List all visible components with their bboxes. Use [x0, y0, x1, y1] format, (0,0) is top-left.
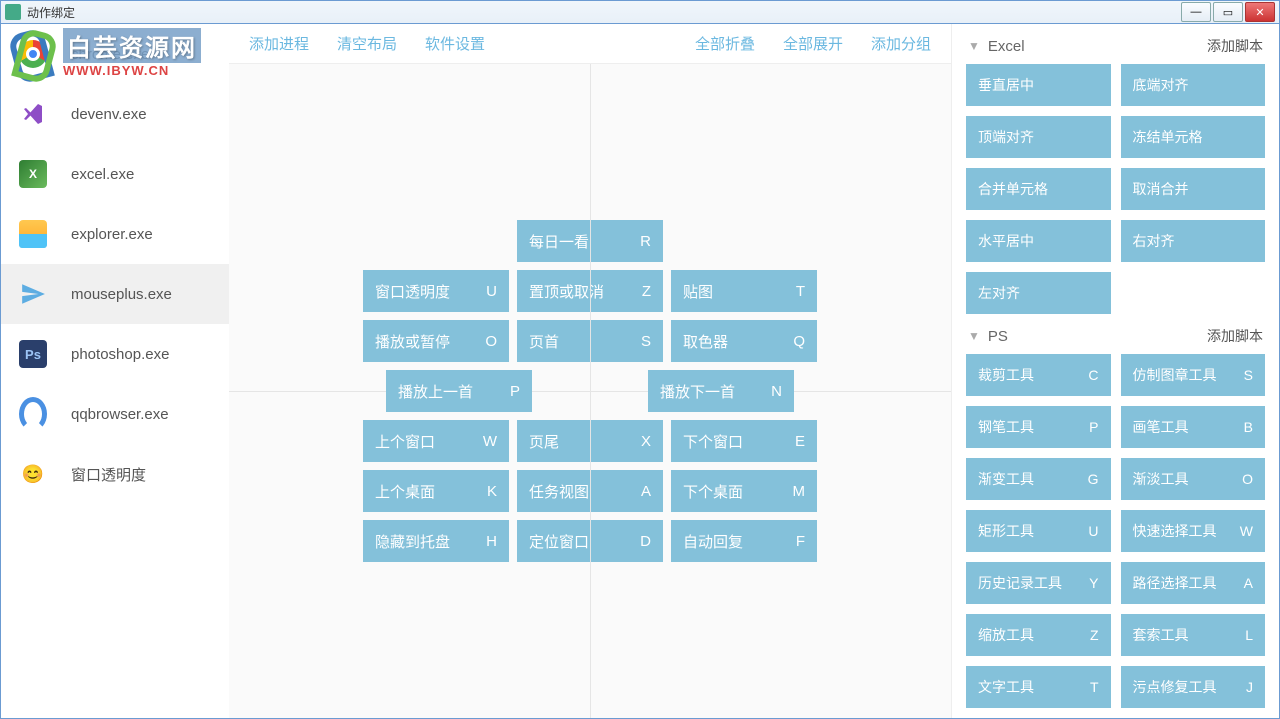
- script-btn-0-1[interactable]: 底端对齐: [1121, 64, 1266, 106]
- sidebar-item-label: photoshop.exe: [71, 346, 169, 363]
- qq-icon: [19, 400, 47, 428]
- chevron-down-icon: ▼: [968, 39, 980, 53]
- action-r1c1[interactable]: 置顶或取消Z: [517, 270, 663, 312]
- sidebar: chrome.exe devenv.exe Xexcel.exe explorer.e…: [1, 24, 229, 718]
- sidebar-item-qq[interactable]: qqbrowser.exe: [1, 384, 229, 444]
- sidebar-item-excel[interactable]: Xexcel.exe: [1, 144, 229, 204]
- trans-icon: [19, 460, 47, 488]
- vs-icon: [19, 100, 47, 128]
- script-btn-1-1[interactable]: 仿制图章工具S: [1121, 354, 1266, 396]
- script-btn-1-8[interactable]: 历史记录工具Y: [966, 562, 1111, 604]
- action-r2c1[interactable]: 页首S: [517, 320, 663, 362]
- action-r4c0[interactable]: 上个窗口W: [363, 420, 509, 462]
- script-btn-1-3[interactable]: 画笔工具B: [1121, 406, 1266, 448]
- sidebar-item-explorer[interactable]: explorer.exe: [1, 204, 229, 264]
- sidebar-item-label: qqbrowser.exe: [71, 406, 169, 423]
- group-header-1[interactable]: ▼ PS添加脚本: [952, 314, 1279, 354]
- ps-icon: Ps: [19, 340, 47, 368]
- script-btn-1-2[interactable]: 钢笔工具P: [966, 406, 1111, 448]
- script-btn-0-6[interactable]: 水平居中: [966, 220, 1111, 262]
- action-r6c2[interactable]: 自动回复F: [671, 520, 817, 562]
- action-r5c1[interactable]: 任务视图A: [517, 470, 663, 512]
- sidebar-item-mouseplus[interactable]: mouseplus.exe: [1, 264, 229, 324]
- script-btn-0-7[interactable]: 右对齐: [1121, 220, 1266, 262]
- script-btn-0-5[interactable]: 取消合并: [1121, 168, 1266, 210]
- script-btn-1-11[interactable]: 套索工具L: [1121, 614, 1266, 656]
- group-header-0[interactable]: ▼ Excel添加脚本: [952, 24, 1279, 64]
- window-title: 动作绑定: [27, 4, 1181, 21]
- minimize-button[interactable]: —: [1181, 2, 1211, 22]
- canvas[interactable]: 每日一看R窗口透明度U置顶或取消Z贴图T 播放或暂停O页首S取色器Q 播放上一首P 播…: [229, 64, 951, 718]
- action-r6c0[interactable]: 隐藏到托盘H: [363, 520, 509, 562]
- sidebar-item-label: 窗口透明度: [71, 464, 146, 485]
- chrome-icon: [19, 40, 47, 68]
- script-btn-1-7[interactable]: 快速选择工具W: [1121, 510, 1266, 552]
- sidebar-item-label: chrome.exe: [71, 46, 149, 63]
- sidebar-item-trans[interactable]: 窗口透明度: [1, 444, 229, 504]
- action-r6c1[interactable]: 定位窗口D: [517, 520, 663, 562]
- chevron-down-icon: ▼: [968, 329, 980, 343]
- right-panel: ▼Excel添加脚本垂直居中底端对齐顶端对齐冻结单元格合并单元格取消合并水平居中…: [951, 24, 1279, 718]
- add-script-link[interactable]: 添加脚本: [1207, 36, 1263, 56]
- group-title: PS: [988, 328, 1207, 345]
- close-button[interactable]: ✕: [1245, 2, 1275, 22]
- clear-layout-link[interactable]: 清空布局: [337, 33, 397, 54]
- action-r2c0[interactable]: 播放或暂停O: [363, 320, 509, 362]
- action-r5c2[interactable]: 下个桌面M: [671, 470, 817, 512]
- sidebar-item-label: mouseplus.exe: [71, 286, 172, 303]
- action-r3a[interactable]: 播放上一首P: [386, 370, 532, 412]
- sidebar-item-label: excel.exe: [71, 166, 134, 183]
- action-r4c2[interactable]: 下个窗口E: [671, 420, 817, 462]
- collapse-all-link[interactable]: 全部折叠: [695, 33, 755, 54]
- action-r0c1[interactable]: 每日一看R: [517, 220, 663, 262]
- add-script-link[interactable]: 添加脚本: [1207, 326, 1263, 346]
- action-r5c0[interactable]: 上个桌面K: [363, 470, 509, 512]
- script-btn-1-13[interactable]: 污点修复工具J: [1121, 666, 1266, 708]
- action-r4c1[interactable]: 页尾X: [517, 420, 663, 462]
- expand-all-link[interactable]: 全部展开: [783, 33, 843, 54]
- action-r3b[interactable]: 播放下一首N: [648, 370, 794, 412]
- sidebar-item-ps[interactable]: Ps photoshop.exe: [1, 324, 229, 384]
- soft-settings-link[interactable]: 软件设置: [425, 33, 485, 54]
- action-r1c0[interactable]: 窗口透明度U: [363, 270, 509, 312]
- script-btn-1-12[interactable]: 文字工具T: [966, 666, 1111, 708]
- add-group-link[interactable]: 添加分组: [871, 33, 931, 54]
- explorer-icon: [19, 220, 47, 248]
- sidebar-item-label: explorer.exe: [71, 226, 153, 243]
- toolbar: 添加进程 清空布局 软件设置 全部折叠 全部展开 添加分组: [229, 24, 951, 64]
- script-btn-1-0[interactable]: 裁剪工具C: [966, 354, 1111, 396]
- script-btn-0-2[interactable]: 顶端对齐: [966, 116, 1111, 158]
- script-btn-1-6[interactable]: 矩形工具U: [966, 510, 1111, 552]
- script-btn-1-5[interactable]: 渐淡工具O: [1121, 458, 1266, 500]
- add-process-link[interactable]: 添加进程: [249, 33, 309, 54]
- sidebar-item-label: devenv.exe: [71, 106, 147, 123]
- mouseplus-icon: [19, 280, 47, 308]
- group-title: Excel: [988, 38, 1207, 55]
- titlebar: 动作绑定 — ▭ ✕: [0, 0, 1280, 24]
- sidebar-item-chrome[interactable]: chrome.exe: [1, 24, 229, 84]
- script-btn-1-10[interactable]: 缩放工具Z: [966, 614, 1111, 656]
- script-btn-1-9[interactable]: 路径选择工具A: [1121, 562, 1266, 604]
- action-r2c2[interactable]: 取色器Q: [671, 320, 817, 362]
- script-btn-0-4[interactable]: 合并单元格: [966, 168, 1111, 210]
- sidebar-item-vs[interactable]: devenv.exe: [1, 84, 229, 144]
- script-btn-1-4[interactable]: 渐变工具G: [966, 458, 1111, 500]
- script-btn-0-0[interactable]: 垂直居中: [966, 64, 1111, 106]
- app-icon: [5, 4, 21, 20]
- excel-icon: X: [19, 160, 47, 188]
- maximize-button[interactable]: ▭: [1213, 2, 1243, 22]
- action-r1c2[interactable]: 贴图T: [671, 270, 817, 312]
- script-btn-0-8[interactable]: 左对齐: [966, 272, 1111, 314]
- script-btn-0-3[interactable]: 冻结单元格: [1121, 116, 1266, 158]
